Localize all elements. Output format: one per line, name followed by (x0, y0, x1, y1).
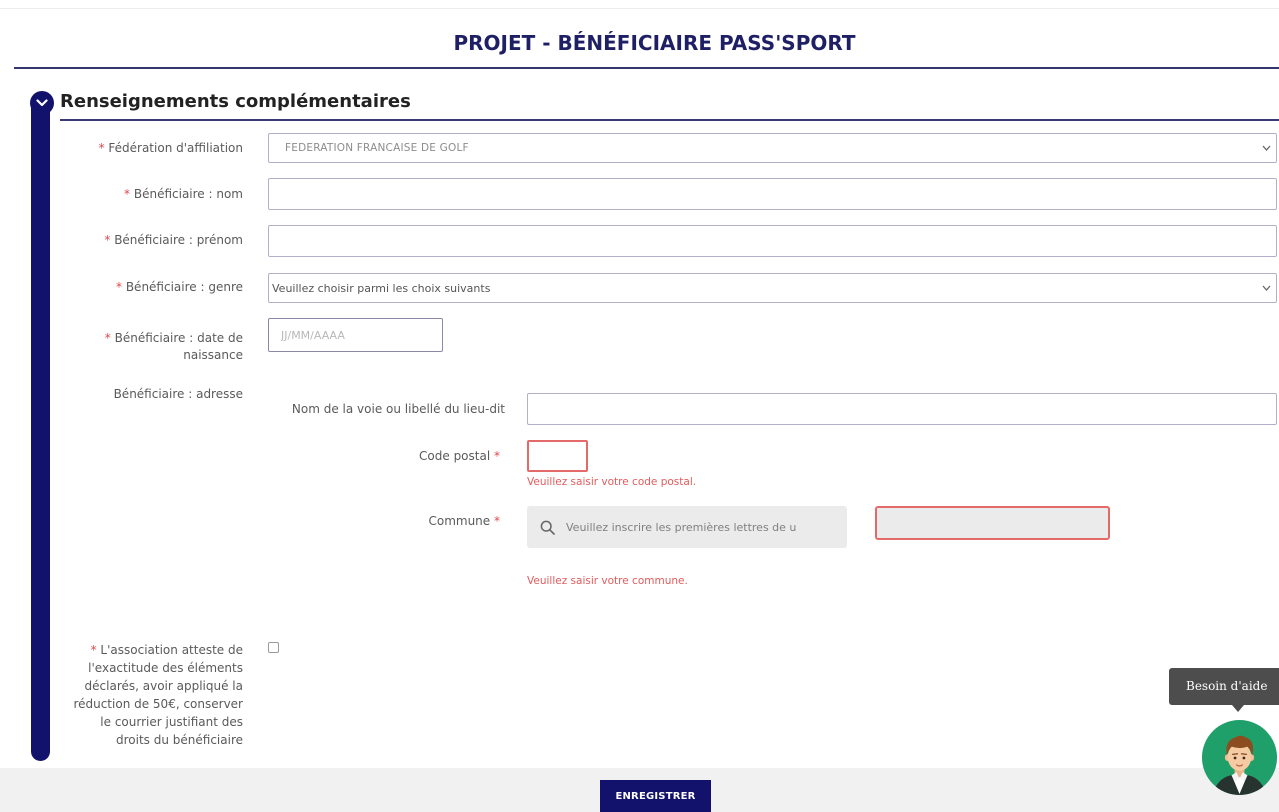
city-search-box (527, 506, 847, 548)
city-error: Veuillez saisir votre commune. (527, 575, 688, 587)
help-avatar-button[interactable] (1201, 719, 1278, 796)
city-label-text: Commune (428, 514, 491, 528)
title-divider (14, 67, 1279, 69)
help-tooltip: Besoin d'aide (1169, 668, 1279, 705)
required-asterisk: * (494, 449, 500, 463)
section-side-bar (31, 100, 50, 761)
city-input[interactable] (875, 506, 1110, 540)
first-name-input[interactable] (268, 225, 1277, 257)
last-name-label-text: Bénéficiaire : nom (133, 187, 243, 201)
first-name-label-text: Bénéficiaire : prénom (114, 233, 243, 247)
last-name-label: * Bénéficiaire : nom (68, 185, 243, 203)
city-label: Commune * (428, 512, 500, 530)
attestation-checkbox[interactable] (268, 642, 279, 653)
first-name-label: * Bénéficiaire : prénom (68, 231, 243, 249)
required-asterisk: * (494, 514, 500, 528)
required-asterisk: * (116, 280, 122, 294)
postal-code-label: Code postal * (419, 447, 500, 465)
gender-label-text: Bénéficiaire : genre (125, 280, 243, 294)
section-heading: Renseignements complémentaires (60, 91, 411, 112)
required-asterisk: * (104, 233, 111, 247)
federation-label: * Fédération d'affiliation (68, 139, 243, 157)
top-border (0, 8, 1279, 9)
birth-date-label: * Bénéficiaire : date de naissance (68, 330, 243, 364)
attestation-label: * L'association atteste de l'exactitude … (68, 641, 243, 749)
street-input[interactable] (527, 393, 1277, 425)
assistant-avatar-icon (1201, 719, 1278, 796)
postal-code-label-text: Code postal (419, 449, 491, 463)
section-toggle-button[interactable] (30, 91, 54, 115)
federation-select[interactable]: FEDERATION FRANCAISE DE GOLF (268, 133, 1277, 163)
help-tooltip-arrow (1232, 705, 1244, 712)
postal-code-input[interactable] (527, 440, 588, 472)
save-button[interactable]: ENREGISTRER (600, 780, 711, 812)
federation-selected-value: FEDERATION FRANCAISE DE GOLF (285, 142, 469, 154)
section-divider (60, 119, 1279, 121)
attestation-label-text: L'association atteste de l'exactitude de… (73, 643, 243, 747)
required-asterisk: * (104, 331, 111, 345)
page-title: PROJET - BÉNÉFICIAIRE PASS'SPORT (453, 31, 856, 55)
birth-date-label-text: Bénéficiaire : date de naissance (114, 331, 243, 362)
city-search-input[interactable] (566, 520, 845, 534)
birth-date-input[interactable] (268, 318, 443, 352)
required-asterisk: * (90, 643, 97, 657)
federation-label-text: Fédération d'affiliation (108, 141, 243, 155)
postal-code-error: Veuillez saisir votre code postal. (527, 476, 697, 488)
required-asterisk: * (124, 187, 131, 201)
address-label: Bénéficiaire : adresse (113, 387, 243, 401)
search-icon (540, 520, 555, 535)
street-label: Nom de la voie ou libellé du lieu-dit (291, 402, 505, 416)
chevron-down-icon (1262, 145, 1271, 151)
gender-select[interactable]: Veuillez choisir parmi les choix suivant… (268, 273, 1277, 303)
chevron-down-icon (1262, 285, 1271, 291)
chevron-down-icon (36, 99, 48, 107)
form-page: PROJET - BÉNÉFICIAIRE PASS'SPORT Renseig… (0, 0, 1279, 812)
gender-label: * Bénéficiaire : genre (68, 278, 243, 296)
last-name-input[interactable] (268, 178, 1277, 210)
gender-selected-value: Veuillez choisir parmi les choix suivant… (272, 281, 491, 295)
required-asterisk: * (98, 141, 105, 155)
